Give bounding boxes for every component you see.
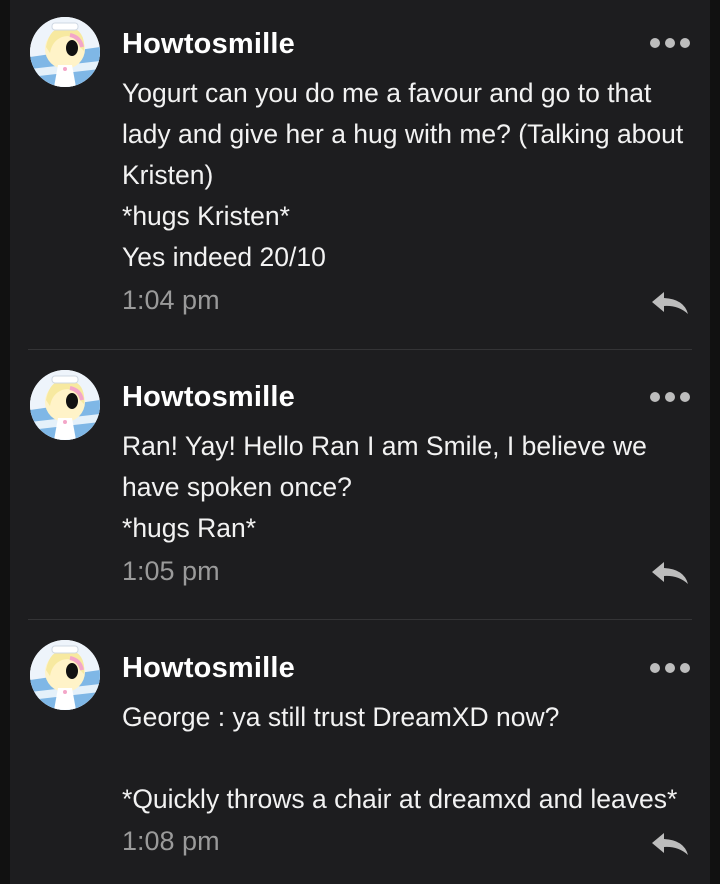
more-dots-icon[interactable] [650, 663, 690, 673]
more-dots-icon[interactable] [650, 38, 690, 48]
comment-line: *hugs Ran* [122, 513, 257, 543]
timestamp: 1:04 pm [122, 285, 220, 315]
username[interactable]: Howtosmille [122, 652, 295, 685]
comment-line: George : ya still trust DreamXD now? [122, 702, 560, 732]
username[interactable]: Howtosmille [122, 381, 295, 414]
comment-line: Yogurt can you do me a favour and go to … [122, 78, 652, 108]
comment-item: Howtosmille George : ya still trust Drea… [10, 620, 710, 884]
comment-line: Ran! Yay! Hello Ran I am Smile, I believ… [122, 431, 647, 461]
comment-line [122, 738, 702, 779]
comment-text: Ran! Yay! Hello Ran I am Smile, I believ… [122, 426, 702, 549]
comment-feed: Howtosmille Yogurt can you do me a favou… [10, 0, 710, 884]
comment-line: lady and give her a hug with me? (Talkin… [122, 119, 684, 149]
comment-item: Howtosmille Yogurt can you do me a favou… [10, 0, 710, 350]
timestamp: 1:05 pm [122, 556, 220, 586]
comment-text: Yogurt can you do me a favour and go to … [122, 73, 702, 278]
comment-line: *hugs Kristen* [122, 201, 290, 231]
comment-text: George : ya still trust DreamXD now? *Qu… [122, 697, 702, 820]
comment-line: Kristen) [122, 160, 214, 190]
avatar[interactable] [30, 370, 100, 440]
reply-arrow-icon[interactable] [650, 560, 690, 586]
more-dots-icon[interactable] [650, 392, 690, 402]
comment-line: have spoken once? [122, 472, 352, 502]
username[interactable]: Howtosmille [122, 28, 295, 61]
reply-arrow-icon[interactable] [650, 831, 690, 857]
reply-arrow-icon[interactable] [650, 290, 690, 316]
timestamp: 1:08 pm [122, 826, 220, 856]
comment-line: *Quickly throws a chair at dreamxd and l… [122, 784, 678, 814]
comment-line: Yes indeed 20/10 [122, 242, 326, 272]
comment-item: Howtosmille Ran! Yay! Hello Ran I am Smi… [10, 350, 710, 620]
avatar[interactable] [30, 17, 100, 87]
avatar[interactable] [30, 640, 100, 710]
